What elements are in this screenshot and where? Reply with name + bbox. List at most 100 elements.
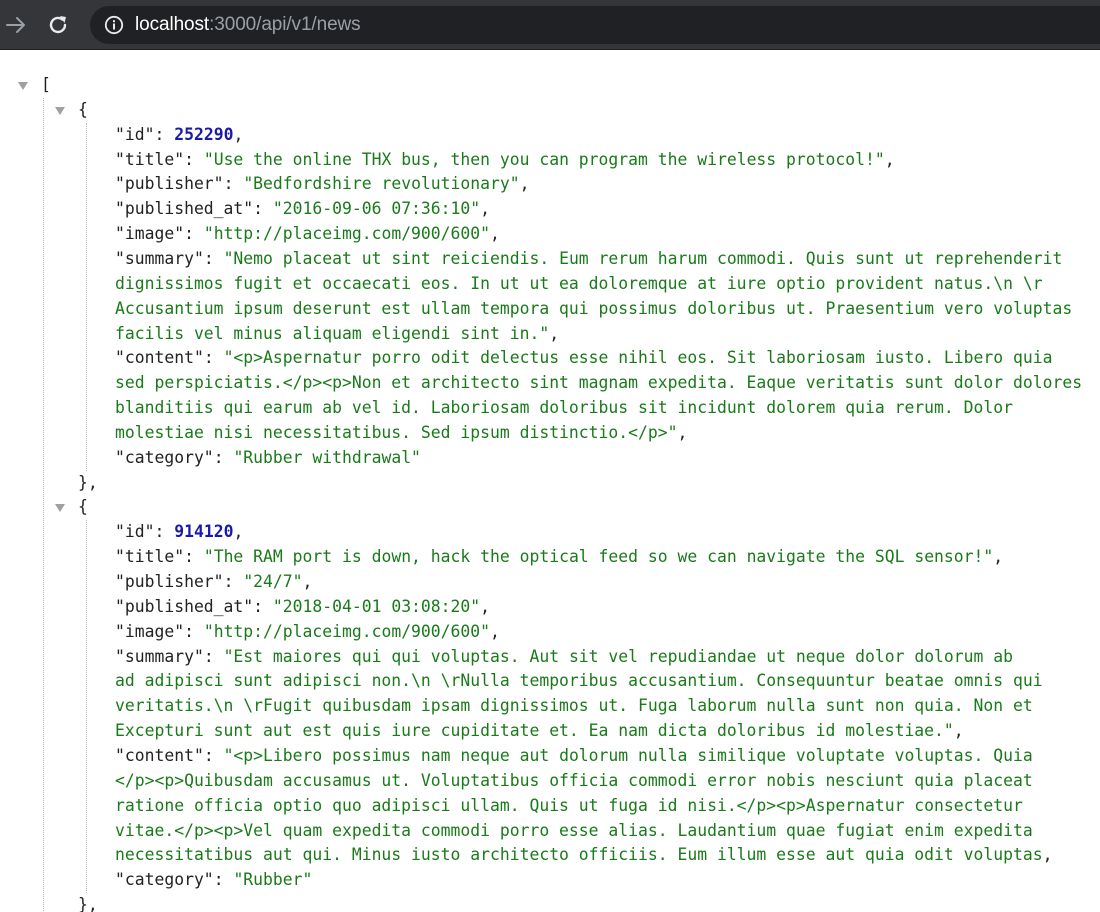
comma: , (233, 522, 244, 542)
json-field-content: "content": "<p>Aspernatur porro odit del… (115, 346, 1052, 371)
json-string-continuation: vitae.</p><p>Vel quam expedita commodi p… (115, 819, 1033, 844)
collapse-triangle-icon[interactable] (18, 82, 28, 90)
json-string-value: ratione officia optio quo adipisci ullam… (115, 795, 1023, 815)
json-key: "category" (115, 870, 214, 890)
object-indent-guide (86, 122, 87, 471)
address-bar[interactable]: localhost:3000/api/v1/news (90, 6, 1100, 44)
json-field-summary: "summary": "Est maiores qui qui voluptas… (115, 645, 1013, 670)
json-string-value: "2018-04-01 03:08:20" (272, 596, 481, 616)
json-key: "content" (115, 745, 204, 765)
json-field-category: "category": "Rubber withdrawal" (115, 446, 421, 471)
json-object-open: { (78, 495, 88, 520)
site-info-icon[interactable] (104, 15, 124, 35)
json-key: "published_at" (115, 596, 254, 616)
json-key: "publisher" (115, 174, 224, 194)
colon: : (154, 124, 175, 144)
comma: , (519, 174, 530, 194)
json-field-id: "id": 252290, (115, 123, 243, 148)
json-string-value: "<p>Libero possimus nam neque aut doloru… (223, 745, 1033, 765)
comma: , (480, 199, 491, 219)
json-field-title: "title": "Use the online THX bus, then y… (115, 148, 895, 173)
json-field-category: "category": "Rubber" (115, 868, 312, 893)
colon: : (184, 149, 204, 169)
json-key: "content" (115, 348, 204, 368)
json-string-continuation: molestiae nisi necessitatibus. Sed ipsum… (115, 421, 687, 446)
json-string-continuation: sed perspiciatis.</p><p>Non et architect… (115, 371, 1082, 396)
json-string-value: "The RAM port is down, hack the optical … (203, 547, 994, 567)
json-field-content: "content": "<p>Libero possimus nam neque… (115, 744, 1033, 769)
json-string-value: blanditiis qui earum ab vel id. Laborios… (115, 398, 1013, 418)
json-field-published_at: "published_at": "2018-04-01 03:08:20", (115, 595, 490, 620)
array-open-bracket: [ (41, 75, 51, 94)
json-key: "summary" (115, 248, 204, 268)
json-key: "image" (115, 224, 185, 244)
colon: : (184, 224, 204, 244)
array-indent-guide (43, 97, 44, 912)
object-close-brace: }, (78, 472, 98, 492)
url-text[interactable]: localhost:3000/api/v1/news (135, 6, 361, 44)
comma: , (490, 621, 500, 641)
json-string-value: necessitatibus aut qui. Minus iusto arch… (115, 845, 1043, 865)
comma: , (490, 224, 500, 244)
json-string-continuation: ratione officia optio quo adipisci ullam… (115, 794, 1023, 819)
comma: , (953, 721, 964, 741)
comma: , (302, 572, 313, 591)
object-indent-guide (86, 520, 87, 894)
object-open-brace: { (78, 99, 88, 119)
json-field-publisher: "publisher": "Bedfordshire revolutionary… (115, 172, 530, 197)
forward-button[interactable] (0, 9, 32, 41)
json-string-value: "Nemo placeat ut sint reiciendis. Eum re… (223, 248, 1063, 268)
json-string-value: sed perspiciatis.</p><p>Non et architect… (115, 373, 1083, 393)
json-object-open: { (78, 98, 88, 123)
json-string-value: "2016-09-06 07:36:10" (272, 199, 481, 219)
colon: : (253, 596, 273, 616)
url-host: localhost (135, 14, 210, 35)
json-field-id: "id": 914120, (115, 520, 243, 545)
comma: , (1042, 845, 1053, 865)
json-string-continuation: Excepturi sunt aut est quis iure cupidit… (115, 719, 964, 744)
comma: , (993, 547, 1004, 567)
reload-icon (49, 16, 67, 34)
json-number-value: 914120 (174, 522, 234, 542)
colon: : (184, 621, 204, 641)
comma: , (549, 323, 560, 343)
json-string-value: "http://placeimg.com/900/600" (203, 621, 490, 641)
json-string-value: dignissimos fugit et occaecati eos. In u… (115, 273, 1043, 293)
colon: : (154, 522, 175, 542)
json-string-value: vitae.</p><p>Vel quam expedita commodi p… (115, 820, 1033, 840)
json-field-publisher: "publisher": "24/7", (115, 570, 312, 595)
reload-button[interactable] (42, 9, 74, 41)
colon: : (213, 870, 234, 890)
json-string-continuation: ad adipisci sunt adipisci non.\n \rNulla… (115, 669, 1043, 694)
json-string-continuation: blanditiis qui earum ab vel id. Laborios… (115, 396, 1013, 421)
json-object-close: }, (78, 471, 98, 496)
json-string-value: "<p>Aspernatur porro odit delectus esse … (223, 348, 1053, 368)
json-key: "category" (115, 447, 214, 467)
json-field-image: "image": "http://placeimg.com/900/600", (115, 620, 500, 645)
colon: : (203, 646, 224, 666)
url-path: :3000/api/v1/news (209, 14, 361, 35)
json-key: "image" (115, 621, 185, 641)
collapse-triangle-icon[interactable] (55, 504, 65, 513)
object-open-brace: { (78, 497, 88, 517)
comma: , (233, 124, 244, 144)
json-key: "id" (115, 522, 155, 542)
json-string-value: veritatis.\n \rFugit quibusdam ipsam dig… (115, 696, 1033, 716)
json-string-continuation: dignissimos fugit et occaecati eos. In u… (115, 272, 1043, 297)
json-string-value: "Use the online THX bus, then you can pr… (203, 149, 885, 169)
json-key: "summary" (115, 646, 204, 666)
colon: : (203, 745, 224, 765)
json-string-value: molestiae nisi necessitatibus. Sed ipsum… (115, 422, 678, 442)
comma: , (884, 149, 895, 169)
comma: , (677, 422, 688, 442)
object-close-brace: }, (78, 895, 98, 912)
json-string-continuation: </p><p>Quibusdam accusamus ut. Voluptati… (115, 769, 1033, 794)
json-key: "published_at" (115, 199, 254, 219)
json-object-close: }, (78, 893, 98, 912)
browser-toolbar: localhost:3000/api/v1/news (0, 0, 1100, 50)
colon: : (223, 174, 244, 194)
collapse-triangle-icon[interactable] (55, 106, 65, 115)
colon: : (223, 572, 244, 591)
colon: : (213, 447, 234, 467)
json-string-value: "Rubber withdrawal" (233, 447, 421, 467)
